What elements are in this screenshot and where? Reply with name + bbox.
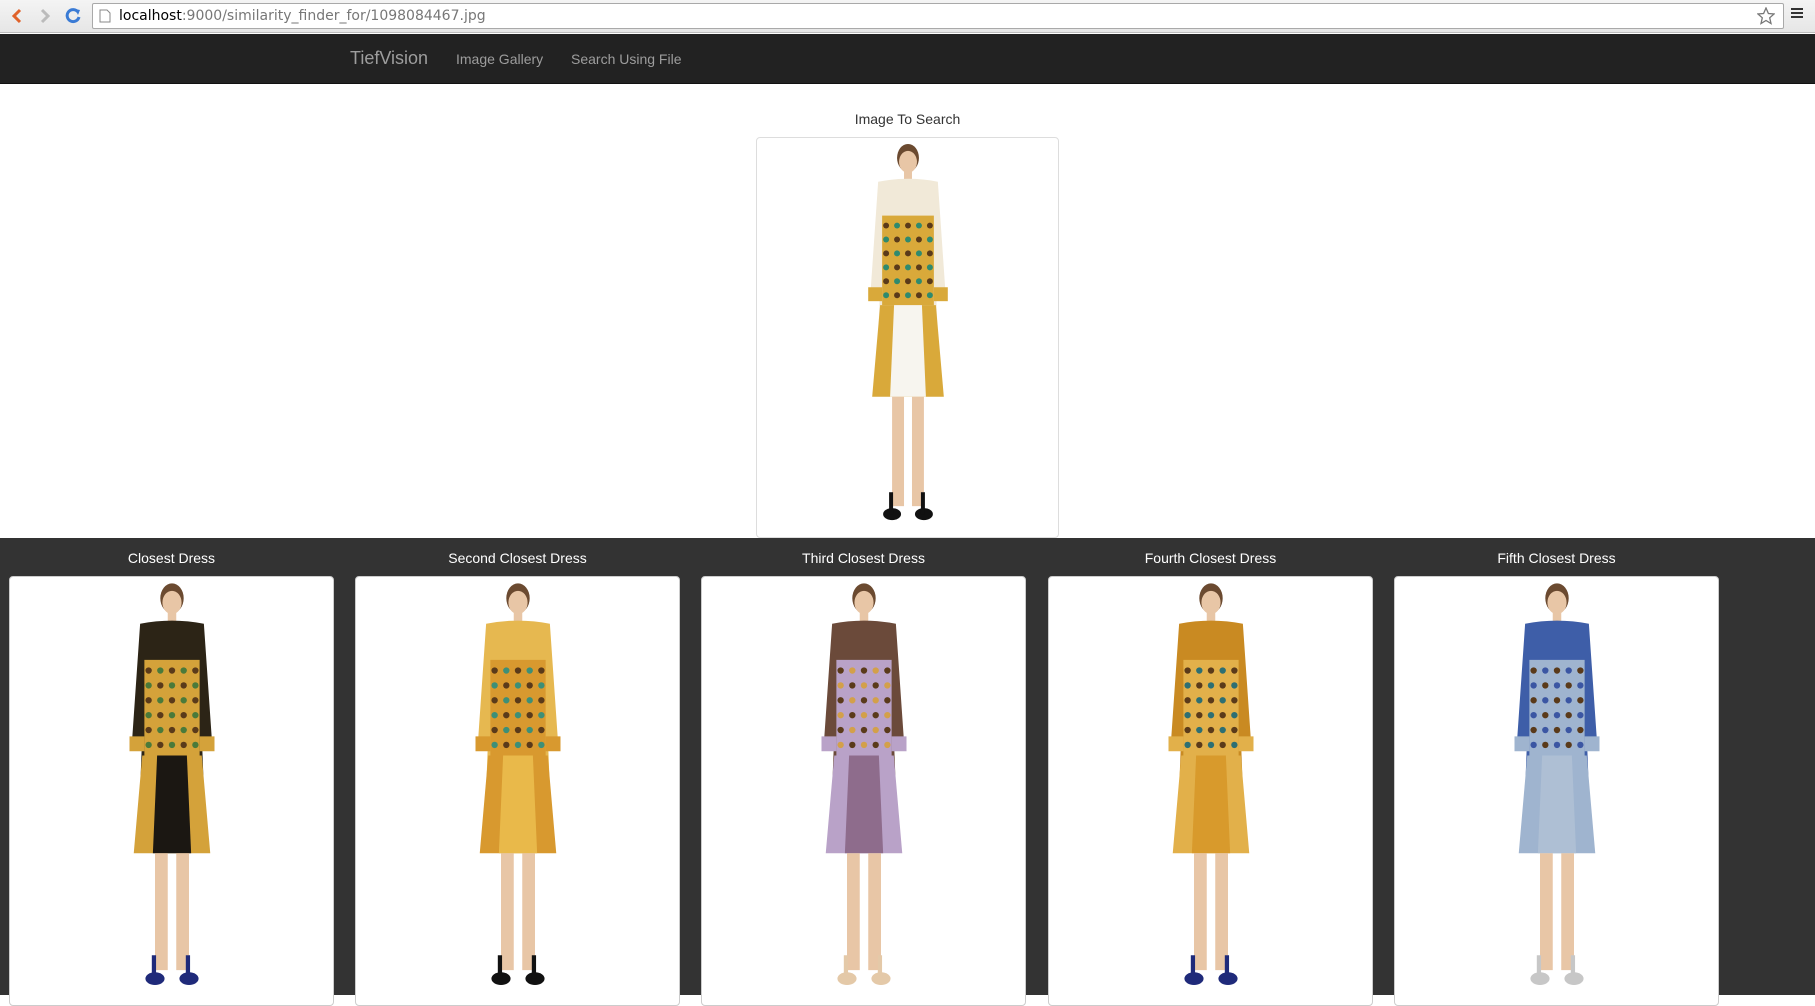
url-host: localhost [119,8,182,24]
result-title: Closest Dress [127,550,216,566]
result-second-closest: Second Closest Dress [355,538,680,1006]
result-image-card[interactable] [701,576,1026,1006]
result-fifth-closest: Fifth Closest Dress [1394,538,1719,1006]
page-icon [99,9,111,23]
query-dress-image [867,143,948,521]
result-dress-image [1514,583,1599,985]
result-title: Third Closest Dress [802,550,925,566]
browser-menu-button[interactable] [1789,5,1811,27]
nav-link-image-gallery[interactable]: Image Gallery [456,51,543,67]
reload-button[interactable] [60,4,86,28]
result-image-card[interactable] [355,576,680,1006]
result-closest: Closest Dress [9,538,334,1006]
result-dress-image [1168,583,1253,985]
hamburger-menu-icon [1791,8,1803,18]
result-dress-image [821,583,906,985]
app-navbar: TiefVision Image Gallery Search Using Fi… [0,34,1815,84]
star-icon [1757,7,1775,25]
result-title: Fourth Closest Dress [1144,550,1277,566]
result-fourth-closest: Fourth Closest Dress [1048,538,1373,1006]
back-arrow-icon [11,8,22,24]
result-image-card[interactable] [9,576,334,1006]
result-dress-image [475,583,560,985]
result-image-card[interactable] [1394,576,1719,1006]
result-title: Fifth Closest Dress [1497,550,1616,566]
bookmark-button[interactable] [1757,7,1775,25]
results-section: Closest Dress Second Closest Dress Third… [0,538,1815,1006]
forward-button[interactable] [32,4,58,28]
address-bar[interactable]: localhost:9000/similarity_finder_for/109… [92,3,1784,29]
brand-link[interactable]: TiefVision [350,48,428,69]
result-dress-image [129,583,214,985]
url-text: localhost:9000/similarity_finder_for/109… [119,8,486,24]
forward-arrow-icon [40,8,51,24]
query-title: Image To Search [854,111,961,127]
reload-icon [65,8,81,24]
nav-link-search-using-file[interactable]: Search Using File [571,51,682,67]
url-path: :9000/similarity_finder_for/1098084467.j… [181,8,486,24]
back-button[interactable] [4,4,30,28]
query-image-card[interactable] [756,137,1059,538]
result-third-closest: Third Closest Dress [701,538,1026,1006]
result-image-card[interactable] [1048,576,1373,1006]
browser-toolbar: localhost:9000/similarity_finder_for/109… [0,0,1815,33]
result-title: Second Closest Dress [448,550,587,566]
